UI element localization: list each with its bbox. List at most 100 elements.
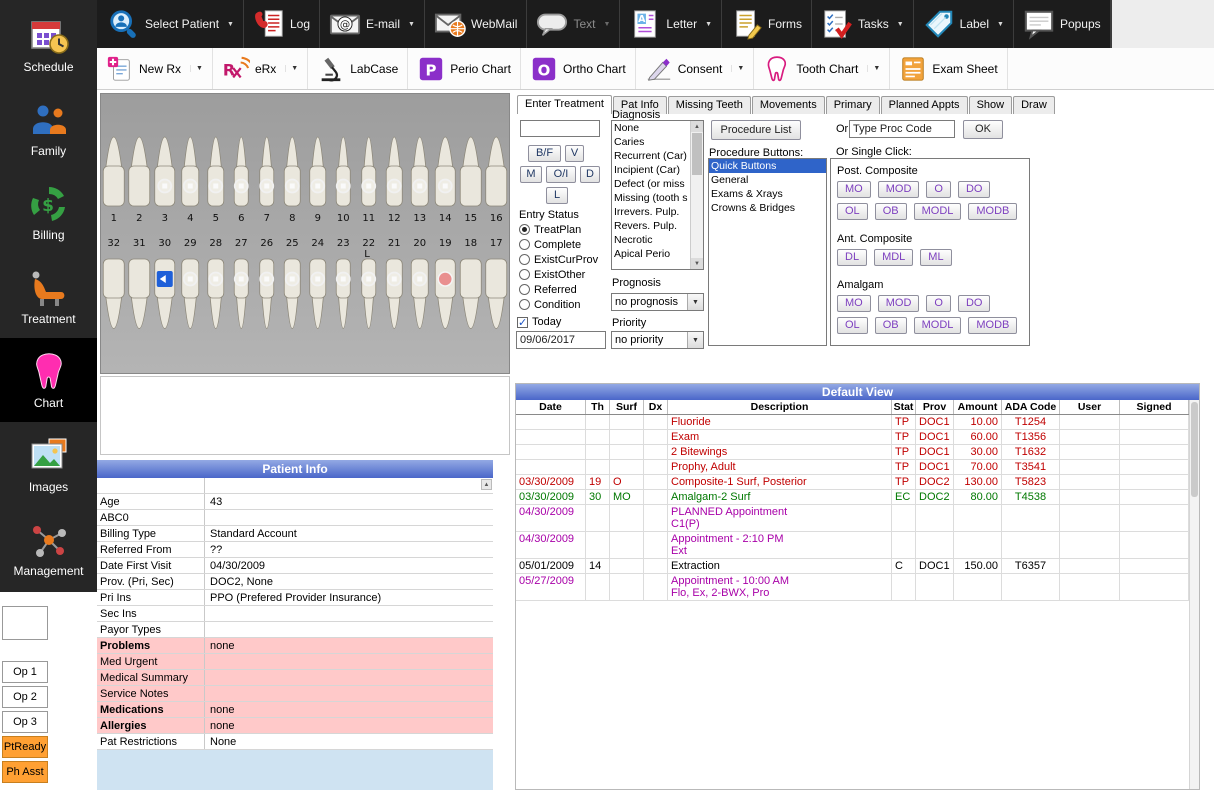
- chevron-down-icon[interactable]: ▼: [687, 332, 703, 348]
- sidebar-module-schedule[interactable]: Schedule: [0, 2, 97, 86]
- entry-status-condition[interactable]: Condition: [519, 297, 598, 312]
- sidebar-module-images[interactable]: Images: [0, 422, 97, 506]
- surface-button-b-f[interactable]: B/F: [528, 145, 561, 162]
- diagnosis-option-recurrent-car[interactable]: Recurrent (Car): [612, 149, 690, 163]
- quick-proc-post-composite-o[interactable]: O: [926, 181, 951, 198]
- sidebar-module-billing[interactable]: $Billing: [0, 170, 97, 254]
- procedure-row[interactable]: 03/30/200930MOAmalgam-2 SurfECDOC280.00T…: [516, 490, 1199, 505]
- quick-proc-post-composite-mod[interactable]: MOD: [878, 181, 920, 198]
- ok-button[interactable]: OK: [963, 120, 1003, 139]
- diagnosis-option-defect-or-miss[interactable]: Defect (or miss: [612, 177, 690, 191]
- toolbar-button-tooth-chart[interactable]: Tooth Chart▼: [754, 48, 890, 89]
- quick-proc-post-composite-modb[interactable]: MODB: [968, 203, 1017, 220]
- diagnosis-option-caries[interactable]: Caries: [612, 135, 690, 149]
- dropdown-arrow-icon[interactable]: ▼: [227, 21, 234, 28]
- tooth-chart-graphic[interactable]: 1234567891011121314151632313029282726252…: [100, 93, 510, 374]
- quick-proc-amalgam-ob[interactable]: OB: [875, 317, 907, 334]
- procedure-list-button[interactable]: Procedure List: [711, 120, 801, 140]
- diagnosis-option-incipient-car[interactable]: Incipient (Car): [612, 163, 690, 177]
- entry-status-referred[interactable]: Referred: [519, 282, 598, 297]
- scroll-up-icon[interactable]: ▲: [481, 479, 492, 490]
- quick-proc-post-composite-ol[interactable]: OL: [837, 203, 868, 220]
- entry-status-treatplan[interactable]: TreatPlan: [519, 222, 598, 237]
- toolbar-button-forms[interactable]: Forms: [722, 0, 812, 48]
- status-button-ph-asst[interactable]: Ph Asst: [2, 761, 48, 783]
- dropdown-arrow-icon[interactable]: ▼: [731, 65, 744, 72]
- tooth-number-input[interactable]: [520, 120, 600, 137]
- quick-proc-amalgam-modb[interactable]: MODB: [968, 317, 1017, 334]
- diagnosis-option-none[interactable]: None: [612, 121, 690, 135]
- procedure-row[interactable]: 05/27/2009Appointment - 10:00 AMFlo, Ex,…: [516, 574, 1199, 601]
- quick-proc-post-composite-do[interactable]: DO: [958, 181, 991, 198]
- scroll-up-icon[interactable]: ▲: [691, 121, 703, 132]
- table-scrollbar[interactable]: [1189, 400, 1199, 789]
- dropdown-arrow-icon[interactable]: ▼: [705, 21, 712, 28]
- procedure-row[interactable]: 05/01/200914ExtractionCDOC1150.00T6357: [516, 559, 1199, 574]
- quick-proc-amalgam-ol[interactable]: OL: [837, 317, 868, 334]
- diagnosis-option-apical-perio[interactable]: Apical Perio: [612, 247, 690, 261]
- quick-proc-ant-composite-ml[interactable]: ML: [920, 249, 951, 266]
- surface-button-v[interactable]: V: [565, 145, 584, 162]
- today-checkbox[interactable]: Today: [517, 316, 561, 328]
- quick-proc-amalgam-modl[interactable]: MODL: [914, 317, 962, 334]
- diagnosis-option-irrevers-pulp[interactable]: Irrevers. Pulp.: [612, 205, 690, 219]
- sidebar-module-chart[interactable]: Chart: [0, 338, 97, 422]
- toolbar-button-ortho-chart[interactable]: OOrtho Chart: [521, 48, 636, 89]
- entry-status-existother[interactable]: ExistOther: [519, 267, 598, 282]
- sidebar-module-management[interactable]: Management: [0, 506, 97, 590]
- toolbar-button-consent[interactable]: Consent▼: [636, 48, 755, 89]
- dropdown-arrow-icon[interactable]: ▼: [285, 65, 298, 72]
- chevron-down-icon[interactable]: ▼: [687, 294, 703, 310]
- procedure-row[interactable]: 04/30/2009Appointment - 2:10 PMExt: [516, 532, 1199, 559]
- tab-primary[interactable]: Primary: [826, 96, 880, 114]
- tab-movements[interactable]: Movements: [752, 96, 825, 114]
- operatory-button-op-1[interactable]: Op 1: [2, 661, 48, 683]
- entry-status-existcurprov[interactable]: ExistCurProv: [519, 252, 598, 267]
- toolbar-button-tasks[interactable]: Tasks▼: [812, 0, 914, 48]
- toolbar-button-letter[interactable]: ALetter▼: [620, 0, 722, 48]
- dropdown-arrow-icon[interactable]: ▼: [603, 21, 610, 28]
- tab-show[interactable]: Show: [969, 96, 1013, 114]
- column-header-signed[interactable]: Signed: [1120, 400, 1189, 414]
- diagnosis-scrollbar[interactable]: ▲ ▼: [690, 121, 703, 269]
- quick-proc-post-composite-ob[interactable]: OB: [875, 203, 907, 220]
- procedure-row[interactable]: Prophy, AdultTPDOC170.00T3541: [516, 460, 1199, 475]
- scrollbar-thumb[interactable]: [1191, 402, 1198, 497]
- column-header-amount[interactable]: Amount: [954, 400, 1002, 414]
- procedure-category-listbox[interactable]: Quick ButtonsGeneralExams & XraysCrowns …: [708, 158, 827, 346]
- quick-proc-amalgam-do[interactable]: DO: [958, 295, 991, 312]
- tab-missing-teeth[interactable]: Missing Teeth: [668, 96, 751, 114]
- procedure-row[interactable]: FluorideTPDOC110.00T1254: [516, 415, 1199, 430]
- column-header-ada-code[interactable]: ADA Code: [1002, 400, 1060, 414]
- toolbar-button-new-rx[interactable]: New Rx▼: [97, 48, 213, 89]
- diagnosis-option-revers-pulp[interactable]: Revers. Pulp.: [612, 219, 690, 233]
- procedure-category-quick-buttons[interactable]: Quick Buttons: [709, 159, 826, 173]
- quick-proc-amalgam-o[interactable]: O: [926, 295, 951, 312]
- column-header-surf[interactable]: Surf: [610, 400, 644, 414]
- scrollbar-thumb[interactable]: [692, 133, 702, 175]
- tab-planned-appts[interactable]: Planned Appts: [881, 96, 968, 114]
- column-header-stat[interactable]: Stat: [892, 400, 916, 414]
- quick-proc-post-composite-modl[interactable]: MODL: [914, 203, 962, 220]
- quick-proc-post-composite-mo[interactable]: MO: [837, 181, 871, 198]
- entry-status-complete[interactable]: Complete: [519, 237, 598, 252]
- toolbar-button-label[interactable]: Label▼: [914, 0, 1014, 48]
- operatory-button-op-2[interactable]: Op 2: [2, 686, 48, 708]
- dropdown-arrow-icon[interactable]: ▼: [190, 65, 203, 72]
- toolbar-button-labcase[interactable]: LabCase: [308, 48, 408, 89]
- quick-proc-amalgam-mo[interactable]: MO: [837, 295, 871, 312]
- surface-button-d[interactable]: D: [580, 166, 600, 183]
- column-header-th[interactable]: Th: [586, 400, 610, 414]
- procedure-category-general[interactable]: General: [709, 173, 826, 187]
- proc-code-input[interactable]: [849, 120, 955, 138]
- quick-proc-amalgam-mod[interactable]: MOD: [878, 295, 920, 312]
- procedure-row[interactable]: ExamTPDOC160.00T1356: [516, 430, 1199, 445]
- diagnosis-listbox[interactable]: NoneCariesRecurrent (Car)Incipient (Car)…: [611, 120, 704, 270]
- tab-draw[interactable]: Draw: [1013, 96, 1055, 114]
- surface-button-o-i[interactable]: O/I: [546, 166, 576, 183]
- column-header-date[interactable]: Date: [516, 400, 586, 414]
- surface-button-l[interactable]: L: [546, 187, 568, 204]
- scroll-down-icon[interactable]: ▼: [691, 258, 703, 269]
- toolbar-button-popups[interactable]: Popups: [1014, 0, 1111, 48]
- procedure-row[interactable]: 03/30/200919OComposite-1 Surf, Posterior…: [516, 475, 1199, 490]
